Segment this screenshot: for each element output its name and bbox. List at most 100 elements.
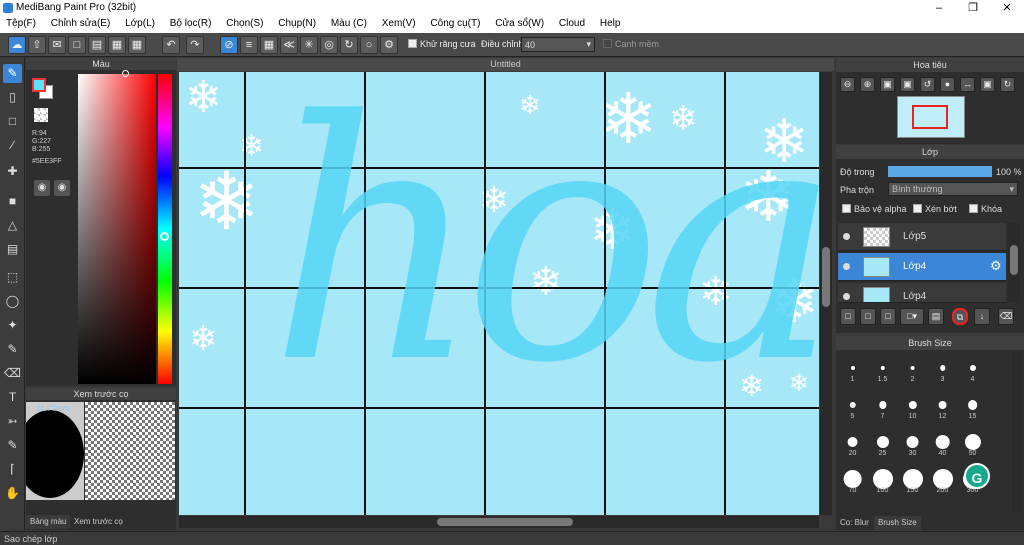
layer-row[interactable]: Lớp5 [838, 223, 1006, 251]
redo-icon[interactable]: ↷ [186, 36, 204, 54]
bucket-tool-icon[interactable]: △ [3, 216, 22, 235]
drawing-canvas[interactable]: ❄ ❄ ❄ ❄ ❄ ❄ ❄ ❄ ❄ ❄ ❄ ❄ ❄ ❄ ❄ ❄ hoa [179, 72, 819, 515]
vertical-scrollbar[interactable] [820, 72, 832, 515]
brush-size-cell[interactable]: 70 [838, 465, 867, 494]
brush-size-cell[interactable]: 150 [898, 465, 927, 494]
snap-grid-icon[interactable]: ▦ [260, 36, 278, 54]
menu-cloud[interactable]: Cloud [553, 16, 591, 29]
brush-size-cell[interactable]: 40 [928, 428, 957, 457]
hue-slider[interactable] [158, 74, 172, 384]
horizontal-scrollbar[interactable] [179, 516, 819, 528]
eraser-tool-icon[interactable]: ▯ [3, 88, 22, 107]
brush-size-cell[interactable]: 25 [868, 428, 897, 457]
zoom-out-icon[interactable]: ⊖ [840, 77, 855, 92]
menu-help[interactable]: Help [594, 16, 627, 29]
lasso-tool-icon[interactable]: ◯ [3, 292, 22, 311]
clipping-checkbox[interactable]: Xén bớt [913, 204, 957, 214]
undo-icon[interactable]: ↶ [162, 36, 180, 54]
layers-scrollbar[interactable] [1008, 223, 1020, 303]
fit-view-icon[interactable]: ▣ [880, 77, 895, 92]
palette-icon[interactable]: ◉ [34, 180, 50, 196]
document-icon[interactable]: ▤ [88, 36, 106, 54]
saturation-value-box[interactable] [78, 70, 156, 384]
brush-size-cell[interactable]: 2 [898, 354, 927, 383]
brush-size-cell[interactable]: 200 [928, 465, 957, 494]
menu-view[interactable]: Xem(V) [376, 16, 422, 29]
eyedropper-tool-icon[interactable]: ⌈ [3, 460, 22, 479]
operation-tool-icon[interactable]: ➳ [3, 412, 22, 431]
flip-icon[interactable]: ↔ [960, 77, 975, 92]
line-tool-icon[interactable]: ∕ [3, 136, 22, 155]
tab-color-palette[interactable]: Bảng màu [26, 515, 71, 529]
brush-size-cell[interactable]: 20 [838, 428, 867, 457]
grid-icon[interactable]: ▦ [128, 36, 146, 54]
snap-curve-icon[interactable]: ↻ [340, 36, 358, 54]
menu-select[interactable]: Chọn(S) [220, 16, 269, 29]
brush-size-cell[interactable]: 3 [928, 354, 957, 383]
layer-row[interactable]: Lớp4 [838, 283, 1006, 303]
snap-settings-icon[interactable]: ⚙ [380, 36, 398, 54]
brush-tool-icon[interactable]: ✎ [3, 64, 22, 83]
brush-size-cell[interactable]: 5 [838, 391, 867, 420]
cloud-icon[interactable]: ☁ [8, 36, 26, 54]
brush-size-cell[interactable]: 15 [958, 391, 987, 420]
antialias-checkbox[interactable]: Khử răng cưa [408, 39, 476, 49]
layers-scroll-thumb[interactable] [1010, 245, 1018, 275]
new-layer-8bit-icon[interactable]: □ [860, 308, 876, 325]
gear-icon[interactable]: ⚙ [990, 258, 1002, 274]
close-button[interactable]: ✕ [990, 0, 1024, 16]
lock-checkbox[interactable]: Khóa [969, 204, 1002, 214]
new-file-icon[interactable]: □ [68, 36, 86, 54]
menu-capture[interactable]: Chụp(N) [272, 16, 322, 29]
minimize-button[interactable]: – [922, 0, 956, 16]
fill-rect-tool-icon[interactable]: ■ [3, 192, 22, 211]
gradient-tool-icon[interactable]: ▤ [3, 240, 22, 259]
palette-edit-icon[interactable]: ◉ [54, 180, 70, 196]
brush-size-scrollbar[interactable] [1012, 352, 1022, 512]
blend-mode-select[interactable]: Bình thường ▾ [888, 182, 1018, 196]
tab-brush-preview[interactable]: Xem trước cọ [70, 515, 127, 529]
document-tab[interactable]: Untitled [177, 58, 834, 71]
horizontal-scroll-thumb[interactable] [437, 518, 573, 526]
actual-size-icon[interactable]: ▣ [900, 77, 915, 92]
menu-filter[interactable]: Bộ lọc(R) [164, 16, 218, 29]
duplicate-layer-icon[interactable]: ⧉ [952, 308, 968, 325]
opacity-slider[interactable] [888, 166, 992, 177]
rotate-reset-icon[interactable]: ● [940, 77, 955, 92]
hand-tool-icon[interactable]: ✋ [3, 484, 22, 503]
snap-ellipse-icon[interactable]: ○ [360, 36, 378, 54]
merge-down-icon[interactable]: ↓ [974, 308, 990, 325]
grammarly-icon[interactable]: G [964, 463, 990, 489]
dot-tool-icon[interactable]: □ [3, 112, 22, 131]
maximize-button[interactable]: ❐ [956, 0, 990, 16]
hue-cursor[interactable] [160, 232, 169, 241]
select-eraser-tool-icon[interactable]: ⌫ [3, 364, 22, 383]
rotate-right-icon[interactable]: ↻ [1000, 77, 1015, 92]
tab-brush-size[interactable]: Brush Size [874, 516, 921, 530]
visibility-icon[interactable] [843, 293, 850, 300]
snap-radial-icon[interactable]: ✳ [300, 36, 318, 54]
brush-size-cell[interactable]: 12 [928, 391, 957, 420]
rotate-left-icon[interactable]: ↺ [920, 77, 935, 92]
menu-color[interactable]: Màu (C) [325, 16, 373, 29]
menu-tools[interactable]: Công cụ(T) [424, 16, 486, 29]
viewport-rectangle[interactable] [912, 105, 948, 129]
snap-circle-icon[interactable]: ◎ [320, 36, 338, 54]
snap-vanish-icon[interactable]: ≪ [280, 36, 298, 54]
new-layer-icon[interactable]: □ [840, 308, 856, 325]
menu-edit[interactable]: Chỉnh sửa(E) [45, 16, 117, 29]
visibility-icon[interactable] [843, 263, 850, 270]
select-tool-icon[interactable]: ⬚ [3, 268, 22, 287]
menu-window[interactable]: Cửa sổ(W) [489, 16, 550, 29]
add-layer-menu-icon[interactable]: □▾ [900, 308, 924, 325]
comment-icon[interactable]: ✉ [48, 36, 66, 54]
vertical-scroll-thumb[interactable] [822, 247, 830, 307]
move-tool-icon[interactable]: ✚ [3, 162, 22, 181]
select-pen-tool-icon[interactable]: ✎ [3, 340, 22, 359]
soft-edge-checkbox[interactable]: Cạnh mềm [603, 39, 659, 49]
fullscreen-icon[interactable]: ▣ [980, 77, 995, 92]
menu-layer[interactable]: Lớp(L) [119, 16, 161, 29]
brush-size-cell[interactable]: 4 [958, 354, 987, 383]
sv-cursor[interactable] [122, 70, 129, 77]
folder-icon[interactable]: ▤ [928, 308, 944, 325]
